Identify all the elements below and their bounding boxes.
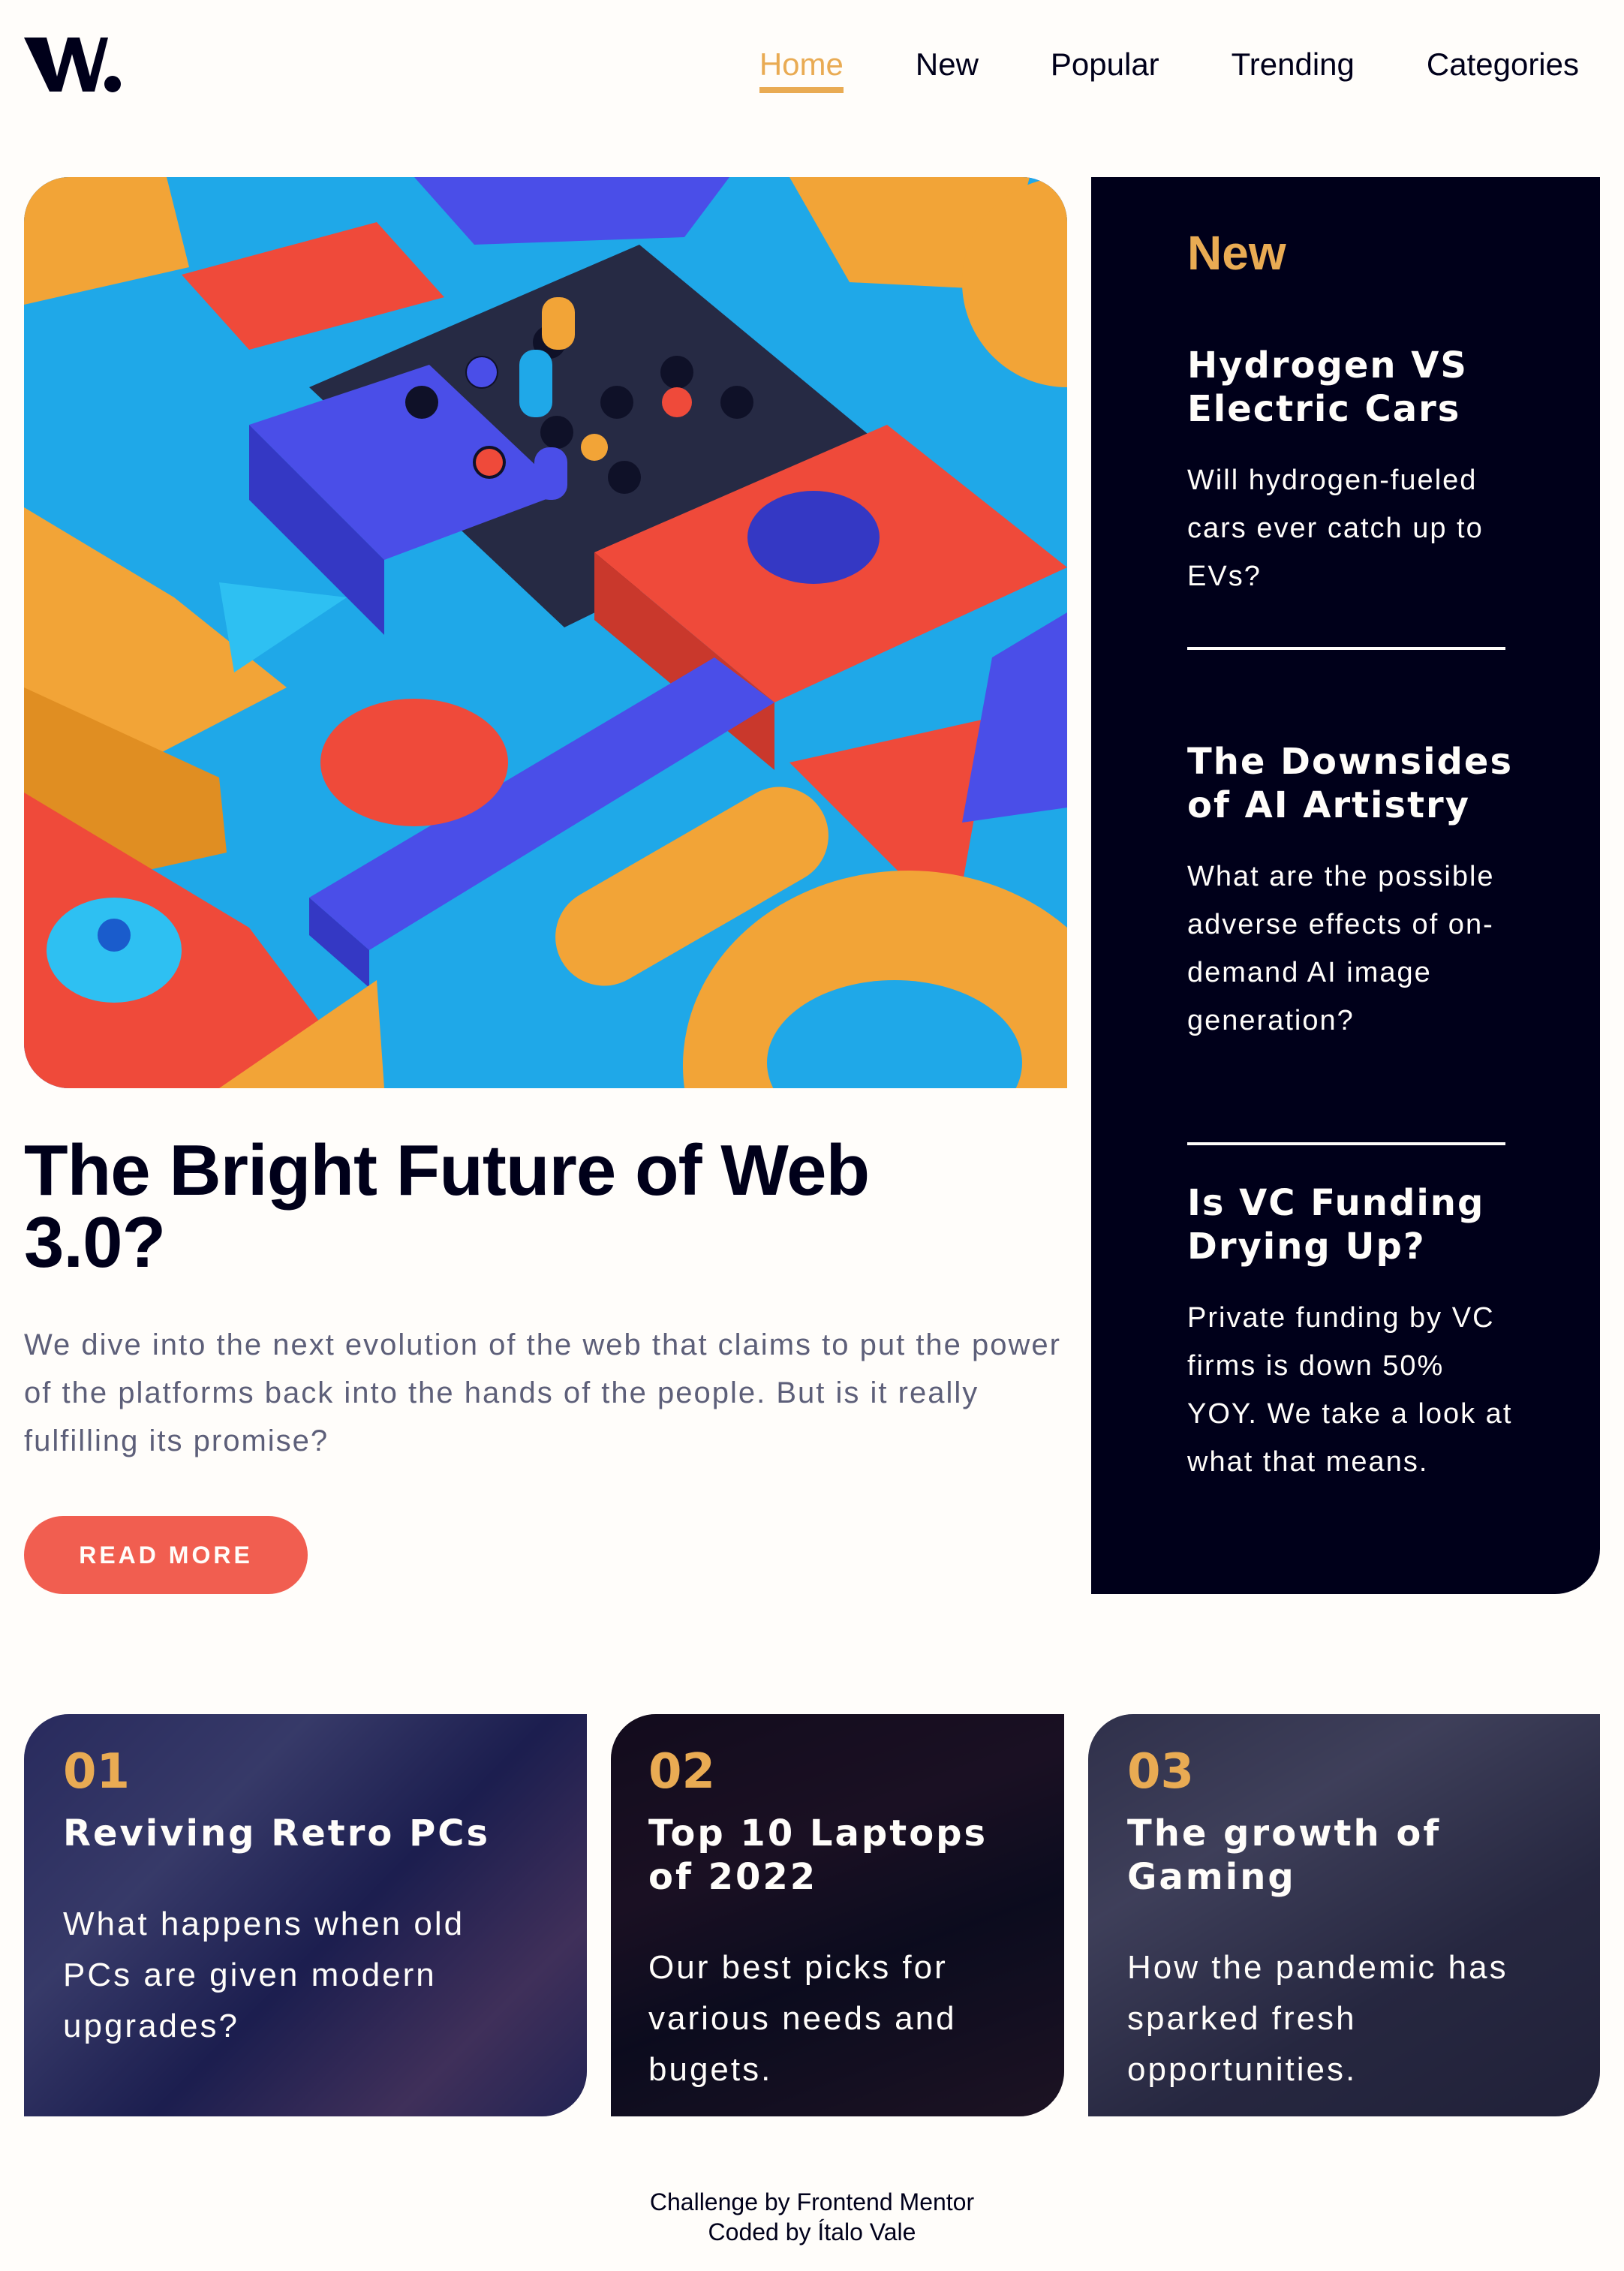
new-item-text: Private funding by VC firms is down 50% … bbox=[1187, 1302, 1513, 1478]
footer-attribution: Challenge by Frontend Mentor Coded by Ít… bbox=[0, 2187, 1624, 2247]
card-title[interactable]: The growth of Gaming bbox=[1127, 1812, 1487, 1899]
main-nav: Home New Popular Trending Categories bbox=[759, 47, 1579, 93]
nav-popular[interactable]: Popular bbox=[1051, 47, 1159, 93]
read-more-button[interactable]: READ MORE bbox=[24, 1516, 308, 1594]
nav-categories[interactable]: Categories bbox=[1427, 47, 1579, 93]
article-card-laptops[interactable]: 02 Top 10 Laptops of 2022 Our best picks… bbox=[611, 1714, 1064, 2116]
card-title[interactable]: Top 10 Laptops of 2022 bbox=[648, 1812, 1039, 1899]
divider bbox=[1187, 647, 1505, 650]
hero-title: The Bright Future of Web 3.0? bbox=[24, 1130, 870, 1283]
hero-image bbox=[24, 177, 1067, 1088]
card-text: How the pandemic has sparked fresh oppor… bbox=[1127, 1949, 1508, 2088]
site-logo[interactable] bbox=[24, 30, 122, 98]
new-panel-heading: New bbox=[1187, 226, 1286, 280]
nav-home[interactable]: Home bbox=[759, 47, 844, 93]
new-item-text: Will hydrogen-fueled cars ever catch up … bbox=[1187, 465, 1484, 592]
new-item-ai-artistry[interactable]: The Downsides of AI Artistry What are th… bbox=[1187, 740, 1517, 1045]
card-text: Our best picks for various needs and bug… bbox=[648, 1949, 957, 2088]
new-articles-panel: New Hydrogen VS Electric Cars Will hydro… bbox=[1091, 177, 1600, 1594]
hero-description: We dive into the next evolution of the w… bbox=[24, 1328, 1061, 1457]
new-item-vc-funding[interactable]: Is VC Funding Drying Up? Private funding… bbox=[1187, 1181, 1517, 1486]
new-item-title[interactable]: Is VC Funding Drying Up? bbox=[1187, 1181, 1517, 1268]
card-text: What happens when old PCs are given mode… bbox=[63, 1906, 465, 2044]
nav-new[interactable]: New bbox=[916, 47, 979, 93]
new-item-title[interactable]: The Downsides of AI Artistry bbox=[1187, 740, 1517, 827]
nav-trending[interactable]: Trending bbox=[1232, 47, 1355, 93]
footer-challenge-credit[interactable]: Challenge by Frontend Mentor bbox=[0, 2187, 1624, 2217]
logo-icon bbox=[24, 38, 121, 92]
footer-coder-credit[interactable]: Coded by Ítalo Vale bbox=[0, 2217, 1624, 2247]
new-item-hydrogen[interactable]: Hydrogen VS Electric Cars Will hydrogen-… bbox=[1187, 344, 1517, 600]
card-number: 02 bbox=[648, 1744, 716, 1800]
card-title[interactable]: Reviving Retro PCs bbox=[63, 1812, 543, 1855]
article-card-gaming[interactable]: 03 The growth of Gaming How the pandemic… bbox=[1088, 1714, 1600, 2116]
new-item-title[interactable]: Hydrogen VS Electric Cars bbox=[1187, 344, 1517, 431]
card-number: 01 bbox=[63, 1744, 131, 1800]
article-card-retro-pcs[interactable]: 01 Reviving Retro PCs What happens when … bbox=[24, 1714, 587, 2116]
card-number: 03 bbox=[1127, 1744, 1195, 1800]
new-item-text: What are the possible adverse effects of… bbox=[1187, 861, 1495, 1036]
divider bbox=[1187, 1142, 1505, 1145]
